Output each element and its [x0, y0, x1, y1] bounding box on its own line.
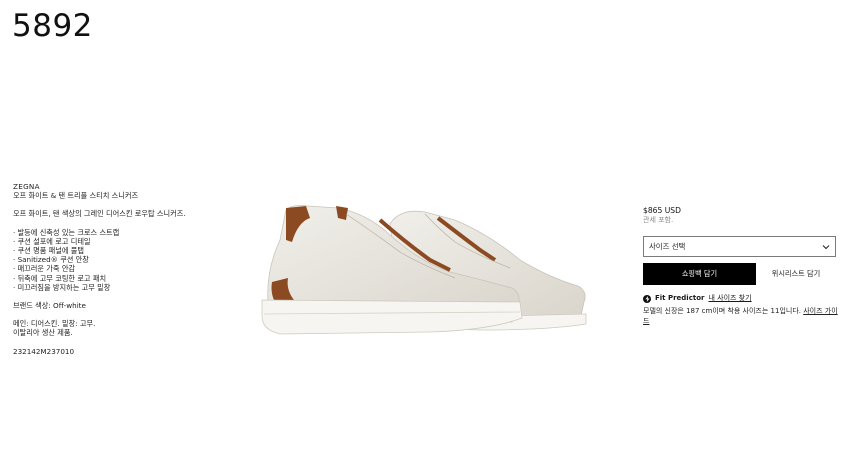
- fit-predictor-row: Fit Predictor 내 사이즈 찾기: [643, 294, 836, 303]
- tax-note: 관세 포함.: [643, 216, 674, 224]
- feature-item: · 발등에 신축성 있는 크로스 스트랩: [13, 227, 120, 237]
- feature-item: · 매끄러운 가죽 안감: [13, 264, 76, 274]
- add-to-wishlist-button[interactable]: 위시리스트 담기: [756, 269, 836, 279]
- page-id: 5892: [12, 8, 93, 44]
- feature-item: · 쿠션 명품 패널에 풀탭: [13, 246, 84, 256]
- product-description: 오프 화이트, 탠 색상의 그레인 디어스킨 로우탑 스니커즈.: [13, 209, 186, 219]
- model-size-text: 모델의 신장은 187 cm이며 착용 사이즈는 11입니다.: [643, 307, 804, 315]
- material-info: 메인: 디어스킨. 밑창: 고무.: [13, 319, 96, 329]
- add-to-bag-label: 쇼핑백 담기: [681, 269, 718, 278]
- purchase-panel: $865 USD 관세 포함. 사이즈 선택 쇼핑백 담기 위시리스트 담기 F…: [643, 206, 838, 326]
- size-select[interactable]: 사이즈 선택: [643, 236, 836, 257]
- feature-item: · 미끄러짐을 방지하는 고무 밑창: [13, 282, 111, 292]
- chevron-down-icon: [822, 244, 830, 249]
- brand-name: ZEGNA: [13, 182, 40, 191]
- size-select-label: 사이즈 선택: [649, 242, 686, 251]
- fit-predictor-icon: [643, 294, 651, 303]
- origin-info: 이탈리아 생산 제품.: [13, 328, 73, 338]
- fit-predictor-label: Fit Predictor: [655, 294, 705, 302]
- brand-color: 브랜드 색상: Off-white: [13, 301, 86, 311]
- product-name: 오프 화이트 & 탠 트리플 스티치 스니커즈: [13, 191, 139, 201]
- product-sku: 232142M237010: [13, 346, 75, 356]
- price: $865 USD: [643, 206, 681, 215]
- product-image: [261, 205, 587, 335]
- model-size-note: 모델의 신장은 187 cm이며 착용 사이즈는 11입니다. 사이즈 가이드: [643, 307, 838, 326]
- feature-item: · 쿠션 설포에 로고 디테일: [13, 236, 91, 246]
- feature-item: · 뒤축에 고무 코팅한 로고 패치: [13, 273, 107, 283]
- feature-item: · Sanitized® 쿠션 안창: [13, 255, 89, 265]
- add-to-bag-button[interactable]: 쇼핑백 담기: [643, 263, 756, 285]
- find-my-size-link[interactable]: 내 사이즈 찾기: [708, 294, 751, 303]
- feature-list: · 발등에 신축성 있는 크로스 스트랩 · 쿠션 설포에 로고 디테일 · 쿠…: [13, 228, 233, 292]
- product-details: ZEGNA 오프 화이트 & 탠 트리플 스티치 스니커즈 오프 화이트, 탠 …: [13, 182, 233, 356]
